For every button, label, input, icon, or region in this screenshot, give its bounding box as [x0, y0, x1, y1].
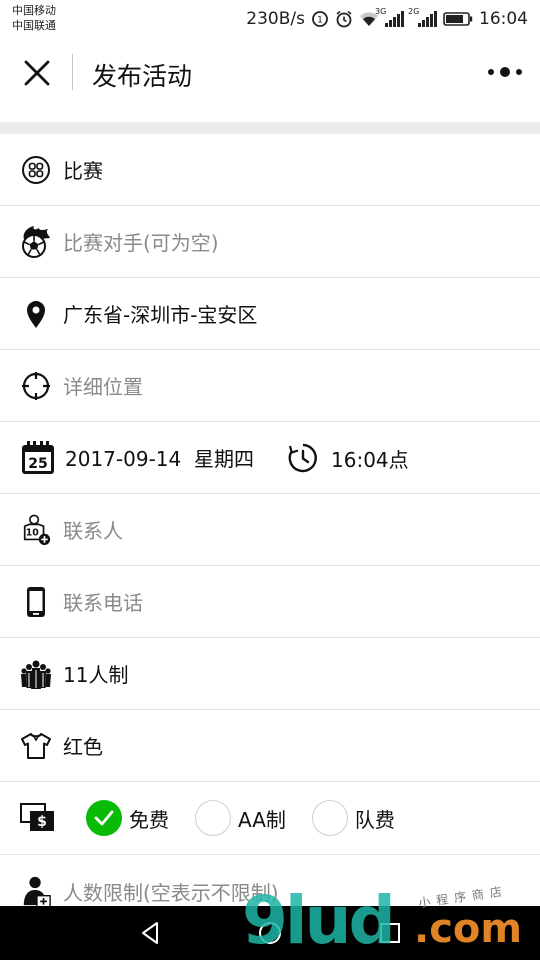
section-separator — [0, 122, 540, 134]
region-value: 广东省-深圳市-宝安区 — [63, 303, 258, 327]
carrier-names: 中国移动 中国联通 — [12, 3, 56, 33]
more-button[interactable] — [488, 64, 522, 80]
radio-team[interactable] — [311, 800, 348, 836]
contact-input: 联系人 — [63, 519, 123, 543]
sim1-network-label: 3G — [375, 7, 387, 16]
crosshair-icon — [20, 370, 52, 402]
signal-sim1-icon: 3G — [375, 7, 404, 27]
status-indicators: 230B/s 1 3G 2G 16:04 — [246, 7, 528, 31]
system-nav-bar — [0, 906, 540, 960]
contact-row[interactable]: 10 联系人 — [0, 494, 540, 566]
sim2-network-label: 2G — [408, 7, 420, 16]
team-size-value: 11人制 — [63, 663, 129, 687]
home-nav-icon — [259, 922, 281, 944]
svg-text:1: 1 — [317, 16, 323, 26]
title-divider — [72, 54, 73, 90]
fee-option-team-label: 队费 — [354, 807, 395, 832]
team-size-row[interactable]: 11人制 — [0, 638, 540, 710]
date-value: 2017-09-14 — [65, 447, 182, 471]
fee-row: $ 免费 AA制 队费 — [0, 782, 540, 855]
recents-nav-icon — [380, 923, 400, 943]
shirt-icon — [20, 730, 52, 762]
region-row[interactable]: 广东省-深圳市-宝安区 — [0, 278, 540, 350]
carrier-2: 中国联通 — [12, 19, 56, 32]
jersey-color-value: 红色 — [63, 735, 103, 759]
opponent-row[interactable]: 比赛对手(可为空) — [0, 206, 540, 278]
page-title: 发布活动 — [92, 62, 193, 91]
signal-sim2-icon: 2G — [408, 7, 437, 27]
close-icon — [24, 60, 50, 86]
limit-input: 人数限制(空表示不限制) — [63, 880, 279, 905]
back-nav-button[interactable] — [136, 918, 166, 948]
phone-input: 联系电话 — [63, 591, 143, 615]
phone-icon — [20, 586, 52, 618]
title-bar: 发布活动 — [0, 38, 540, 122]
team-icon — [20, 658, 52, 690]
clock-time: 16:04 — [479, 9, 528, 29]
check-icon — [94, 810, 114, 826]
fee-option-free-label: 免费 — [129, 807, 169, 832]
fee-option-aa-label: AA制 — [238, 807, 286, 832]
activity-form: 比赛 比赛对手(可为空) 广东省-深圳市-宝安区 详细位置 25 2017-09… — [0, 134, 540, 927]
fee-option-aa[interactable]: AA制 — [195, 800, 286, 836]
fee-option-free[interactable]: 免费 — [86, 800, 169, 836]
clock-icon — [287, 442, 319, 474]
match-type-row[interactable]: 比赛 — [0, 134, 540, 206]
radio-aa[interactable] — [195, 800, 231, 836]
calendar-day: 25 — [28, 456, 47, 472]
phone-row[interactable]: 联系电话 — [0, 566, 540, 638]
close-button[interactable] — [20, 56, 54, 90]
jersey-person-icon: 10 — [20, 514, 52, 546]
alarm-icon — [335, 10, 353, 28]
grid-icon — [20, 154, 52, 186]
radio-free[interactable] — [86, 800, 122, 836]
datetime-row: 25 2017-09-14 星期四 16:04点 — [0, 422, 540, 494]
match-type-value: 比赛 — [63, 159, 103, 183]
battery-icon — [443, 11, 473, 27]
person-add-icon — [20, 875, 52, 908]
money-icon: $ — [20, 802, 56, 834]
time-value: 16:04点 — [331, 447, 409, 472]
address-input: 详细位置 — [63, 375, 143, 399]
recents-nav-button[interactable] — [375, 918, 405, 948]
back-nav-icon — [142, 922, 158, 944]
address-row[interactable]: 详细位置 — [0, 350, 540, 422]
money-symbol: $ — [37, 814, 47, 830]
status-bar: 中国移动 中国联通 230B/s 1 3G 2G 16:04 — [0, 0, 540, 38]
fire-ball-icon — [20, 225, 52, 258]
home-nav-button[interactable] — [255, 918, 285, 948]
date-picker[interactable]: 2017-09-14 星期四 — [65, 443, 254, 472]
jersey-number: 10 — [26, 527, 40, 538]
carrier-1: 中国移动 — [12, 4, 56, 17]
fee-option-team[interactable]: 队费 — [311, 800, 395, 836]
weekday-value: 星期四 — [193, 447, 254, 471]
more-icon — [488, 69, 494, 75]
location-pin-icon — [20, 298, 52, 330]
calendar-icon: 25 — [20, 440, 56, 476]
net-speed: 230B/s — [246, 9, 305, 29]
jersey-color-row[interactable]: 红色 — [0, 710, 540, 782]
data-saver-icon: 1 — [311, 10, 329, 28]
time-picker[interactable]: 16:04点 — [287, 422, 409, 494]
opponent-input: 比赛对手(可为空) — [63, 231, 219, 255]
